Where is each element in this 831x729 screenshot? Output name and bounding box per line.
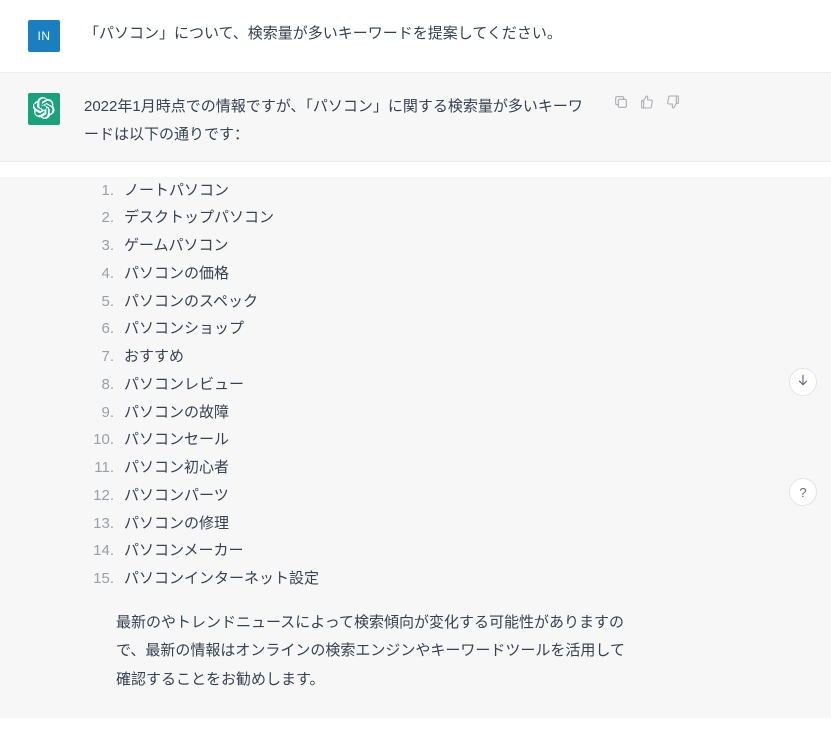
keyword-text: パソコンメーカー xyxy=(124,542,244,559)
keyword-text: パソコン初心者 xyxy=(124,459,229,476)
list-item: パソコンインターネット設定 xyxy=(116,565,626,593)
keyword-text: パソコンパーツ xyxy=(124,487,229,504)
assistant-body: ノートパソコンデスクトップパソコンゲームパソコンパソコンの価格パソコンのスペック… xyxy=(0,177,831,719)
list-item: ゲームパソコン xyxy=(116,232,626,260)
keyword-text: ゲームパソコン xyxy=(124,237,229,254)
list-item: パソコンの価格 xyxy=(116,260,626,288)
list-item: パソコンショップ xyxy=(116,315,626,343)
message-actions xyxy=(612,93,682,111)
list-item: パソコンレビュー xyxy=(116,371,626,399)
list-item: パソコンの修理 xyxy=(116,510,626,538)
list-item: パソコンメーカー xyxy=(116,537,626,565)
list-item: ノートパソコン xyxy=(116,177,626,205)
openai-logo-icon xyxy=(33,97,55,122)
thumbs-up-icon[interactable] xyxy=(638,93,656,111)
assistant-intro: 2022年1月時点での情報ですが、「パソコン」に関する検索量が多いキーワードは以… xyxy=(84,93,594,149)
user-avatar-initials: IN xyxy=(38,29,51,43)
keyword-text: パソコンのスペック xyxy=(124,293,258,310)
thumbs-down-icon[interactable] xyxy=(664,93,682,111)
user-avatar: IN xyxy=(28,20,60,52)
scroll-down-button[interactable] xyxy=(789,368,817,396)
list-item: パソコンの故障 xyxy=(116,399,626,427)
list-item: パソコン初心者 xyxy=(116,454,626,482)
user-turn: IN 「パソコン」について、検索量が多いキーワードを提案してください。 xyxy=(0,0,831,72)
keyword-text: パソコンインターネット設定 xyxy=(124,570,319,587)
keyword-list: ノートパソコンデスクトップパソコンゲームパソコンパソコンの価格パソコンのスペック… xyxy=(116,177,626,593)
keyword-text: パソコンの修理 xyxy=(124,515,229,532)
keyword-text: パソコンセール xyxy=(124,431,229,448)
copy-icon[interactable] xyxy=(612,93,630,111)
list-item: パソコンセール xyxy=(116,426,626,454)
user-message: 「パソコン」について、検索量が多いキーワードを提案してください。 xyxy=(84,20,594,48)
keyword-text: パソコンレビュー xyxy=(124,376,244,393)
keyword-text: パソコンの故障 xyxy=(124,404,229,421)
list-item: デスクトップパソコン xyxy=(116,204,626,232)
list-item: パソコンのスペック xyxy=(116,288,626,316)
list-item: パソコンパーツ xyxy=(116,482,626,510)
keyword-text: パソコンの価格 xyxy=(124,265,229,282)
help-icon: ? xyxy=(799,485,806,500)
keyword-text: デスクトップパソコン xyxy=(124,209,274,226)
list-item: おすすめ xyxy=(116,343,626,371)
keyword-text: おすすめ xyxy=(124,348,184,365)
assistant-turn: 2022年1月時点での情報ですが、「パソコン」に関する検索量が多いキーワードは以… xyxy=(0,72,831,162)
keyword-text: ノートパソコン xyxy=(124,182,229,199)
assistant-outro: 最新のやトレンドニュースによって検索傾向が変化する可能性がありますので、最新の情… xyxy=(116,609,626,695)
keyword-text: パソコンショップ xyxy=(124,320,244,337)
assistant-avatar xyxy=(28,93,60,125)
arrow-down-icon xyxy=(796,373,810,392)
help-button[interactable]: ? xyxy=(789,478,817,506)
